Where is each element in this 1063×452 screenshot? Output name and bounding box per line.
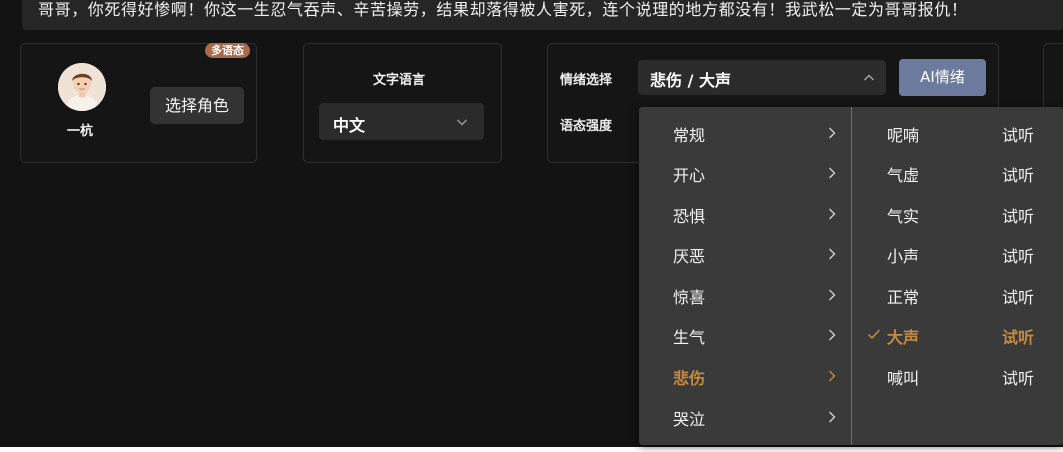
script-text: 哥哥，你死得好惨啊！你这一生忍气吞声、辛苦操劳，结果却落得被人害死，连个说理的地…: [38, 0, 968, 19]
ai-emotion-button[interactable]: AI情绪: [899, 59, 986, 96]
intensity-item[interactable]: 小声 试听: [852, 234, 1063, 274]
chevron-right-icon: [829, 167, 836, 179]
language-title: 文字语言: [373, 73, 426, 88]
chevron-up-icon: [864, 74, 874, 81]
preview-button[interactable]: 试听: [1002, 162, 1034, 186]
category-label: 悲伤: [673, 369, 706, 388]
emotion-value: 悲伤 / 大声: [650, 71, 731, 90]
emotion-dropdown: 常规 开心 恐惧 厌恶 惊喜 生气 悲伤 哭泣 呢喃 试听 气虚 试听 气实 试…: [639, 107, 1063, 445]
intensity-label: 喊叫: [887, 369, 920, 388]
category-label: 哭泣: [673, 410, 706, 429]
preview-button[interactable]: 试听: [1002, 365, 1034, 389]
category-label: 常规: [673, 126, 706, 145]
language-value: 中文: [333, 116, 366, 135]
intensity-item[interactable]: 正常 试听: [852, 275, 1063, 315]
chevron-right-icon: [829, 411, 836, 423]
chevron-right-icon: [829, 329, 836, 341]
avatar-image: [58, 63, 106, 111]
chevron-right-icon: [829, 248, 836, 260]
category-label: 厌恶: [673, 247, 706, 266]
emotion-category-item[interactable]: 厌恶: [639, 234, 851, 274]
role-name: 一杭: [67, 124, 94, 139]
intensity-label: 呢喃: [887, 126, 920, 145]
intensity-label: 气虚: [887, 166, 920, 185]
emotion-select[interactable]: 悲伤 / 大声: [638, 60, 886, 95]
script-text-bar[interactable]: 哥哥，你死得好惨啊！你这一生忍气吞声、辛苦操劳，结果却落得被人害死，连个说理的地…: [22, 0, 1063, 30]
intensity-label: 小声: [887, 247, 920, 266]
preview-button[interactable]: 试听: [1002, 243, 1034, 267]
intensity-item-selected[interactable]: 大声 试听: [852, 315, 1063, 355]
intensity-label: 气实: [887, 207, 920, 226]
intensity-label: 大声: [887, 328, 920, 347]
intensity-label: 正常: [887, 288, 920, 307]
chevron-right-icon: [829, 289, 836, 301]
intensity-item[interactable]: 气实 试听: [852, 194, 1063, 234]
strength-label: 语态强度: [560, 119, 613, 134]
emotion-category-item[interactable]: 恐惧: [639, 194, 851, 234]
category-label: 开心: [673, 166, 706, 185]
intensity-item[interactable]: 气虚 试听: [852, 153, 1063, 193]
check-icon: [867, 329, 881, 340]
chevron-down-icon: [457, 119, 467, 126]
category-label: 恐惧: [673, 207, 706, 226]
emotion-category-item[interactable]: 开心: [639, 153, 851, 193]
app-root: 哥哥，你死得好惨啊！你这一生忍气吞声、辛苦操劳，结果却落得被人害死，连个说理的地…: [0, 0, 1063, 447]
emotion-category-item[interactable]: 惊喜: [639, 275, 851, 315]
chevron-right-icon: [829, 208, 836, 220]
avatar: [58, 63, 106, 111]
multi-voice-badge: 多语态: [205, 43, 250, 58]
category-label: 惊喜: [673, 288, 706, 307]
preview-button[interactable]: 试听: [1002, 203, 1034, 227]
preview-button[interactable]: 试听: [1002, 324, 1034, 348]
language-select[interactable]: 中文: [319, 103, 484, 140]
select-role-button[interactable]: 选择角色: [150, 87, 244, 124]
chevron-right-icon: [829, 370, 836, 382]
category-label: 生气: [673, 328, 706, 347]
chevron-right-icon: [829, 127, 836, 139]
emotion-category-item[interactable]: 哭泣: [639, 397, 851, 437]
emotion-category-item-active[interactable]: 悲伤: [639, 356, 851, 396]
emotion-category-item[interactable]: 常规: [639, 113, 851, 153]
intensity-item[interactable]: 喊叫 试听: [852, 356, 1063, 396]
intensity-item[interactable]: 呢喃 试听: [852, 113, 1063, 153]
preview-button[interactable]: 试听: [1002, 284, 1034, 308]
emotion-select-label: 情绪选择: [560, 73, 613, 88]
preview-button[interactable]: 试听: [1002, 122, 1034, 146]
emotion-category-item[interactable]: 生气: [639, 315, 851, 355]
